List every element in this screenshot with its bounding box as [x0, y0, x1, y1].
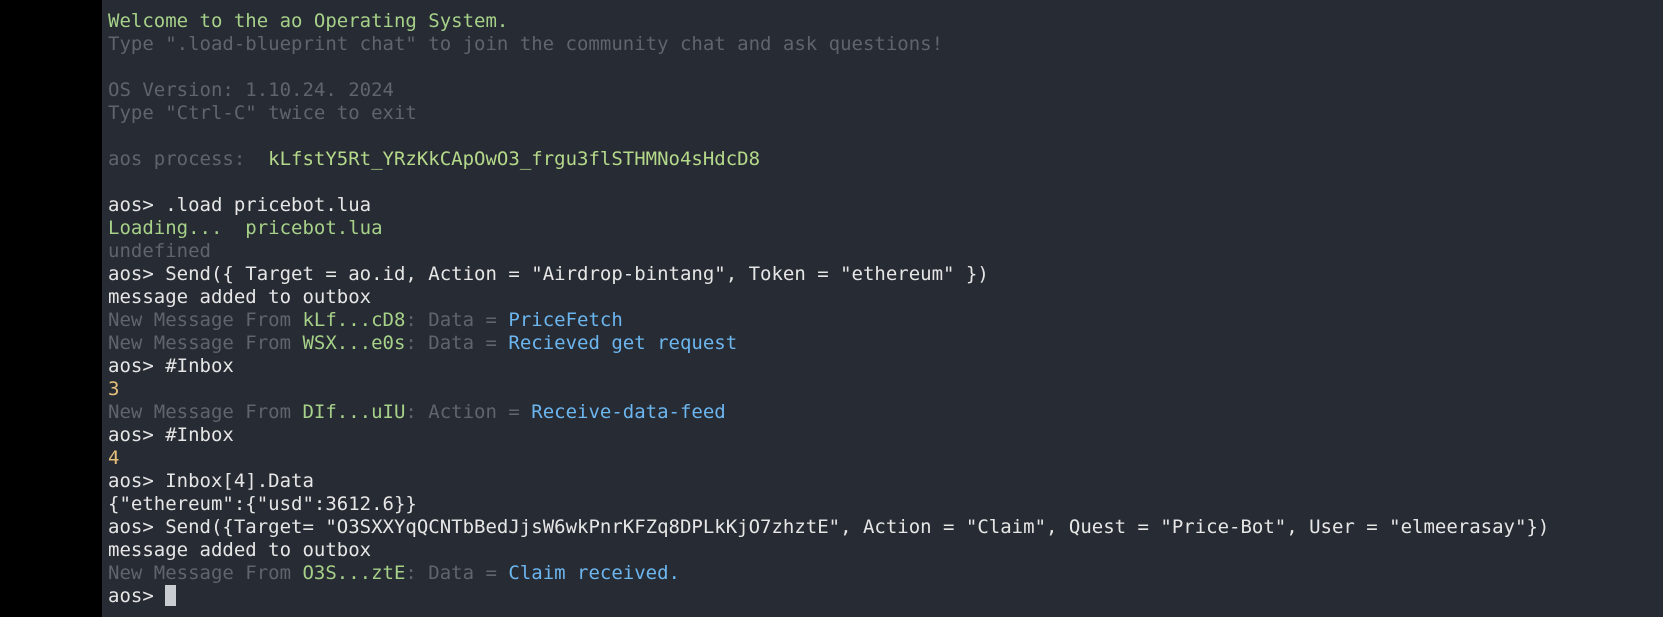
- prompt: aos>: [108, 516, 166, 538]
- command-text: Send({ Target = ao.id, Action = "Airdrop…: [165, 263, 989, 285]
- command-text: #Inbox: [165, 424, 234, 446]
- process-line: aos process: kLfstY5Rt_YRzKkCApOwO3_frgu…: [102, 148, 1663, 171]
- loading-label: Loading...: [108, 217, 246, 239]
- prompt: aos>: [108, 355, 166, 377]
- loading-file: pricebot.lua: [245, 217, 383, 239]
- message-sep: : Data =: [405, 309, 509, 331]
- terminal-window[interactable]: Welcome to the ao Operating System. Type…: [102, 0, 1663, 617]
- prompt: aos>: [108, 194, 166, 216]
- loading-line: Loading... pricebot.lua: [102, 217, 1663, 240]
- command-text: #Inbox: [165, 355, 234, 377]
- command-line: aos> #Inbox: [102, 424, 1663, 447]
- message-sep: : Action =: [405, 401, 532, 423]
- outbox-output: message added to outbox: [108, 286, 372, 308]
- command-line: aos> Send({Target= "O3SXXYqQCNTbBedJjsW6…: [102, 516, 1663, 539]
- command-text: Send({Target= "O3SXXYqQCNTbBedJjsW6wkPnr…: [165, 516, 1550, 538]
- os-version-line: OS Version: 1.10.24. 2024: [108, 79, 394, 101]
- exit-hint-line: Type "Ctrl-C" twice to exit: [108, 102, 417, 124]
- message-prefix: New Message From: [108, 562, 303, 584]
- message-value: Receive-data-feed: [531, 401, 726, 423]
- prompt: aos>: [108, 470, 166, 492]
- message-value: Recieved get request: [508, 332, 738, 354]
- message-sep: : Data =: [405, 332, 509, 354]
- message-from: DIf...uIU: [302, 401, 406, 423]
- outbox-output: message added to outbox: [108, 539, 372, 561]
- process-label: aos process:: [108, 148, 269, 170]
- message-line: New Message From kLf...cD8: Data = Price…: [102, 309, 1663, 332]
- result-output: {"ethereum":{"usd":3612.6}}: [108, 493, 417, 515]
- message-line: New Message From O3S...ztE: Data = Claim…: [102, 562, 1663, 585]
- command-text: .load pricebot.lua: [165, 194, 372, 216]
- message-line: New Message From DIf...uIU: Action = Rec…: [102, 401, 1663, 424]
- command-line: aos> Inbox[4].Data: [102, 470, 1663, 493]
- message-sep: : Data =: [405, 562, 509, 584]
- blueprint-hint-line: Type ".load-blueprint chat" to join the …: [108, 33, 944, 55]
- command-text: Inbox[4].Data: [165, 470, 314, 492]
- message-prefix: New Message From: [108, 401, 303, 423]
- prompt: aos>: [108, 585, 166, 607]
- message-prefix: New Message From: [108, 332, 303, 354]
- message-from: WSX...e0s: [302, 332, 406, 354]
- result-output: 3: [108, 378, 120, 400]
- input-line[interactable]: aos>: [102, 585, 1663, 608]
- message-prefix: New Message From: [108, 309, 303, 331]
- message-value: Claim received.: [508, 562, 680, 584]
- message-from: kLf...cD8: [302, 309, 406, 331]
- message-value: PriceFetch: [508, 309, 623, 331]
- command-line: aos> .load pricebot.lua: [102, 194, 1663, 217]
- command-line: aos> #Inbox: [102, 355, 1663, 378]
- result-output: 4: [108, 447, 120, 469]
- welcome-line: Welcome to the ao Operating System.: [108, 10, 509, 32]
- prompt: aos>: [108, 263, 166, 285]
- command-line: aos> Send({ Target = ao.id, Action = "Ai…: [102, 263, 1663, 286]
- text-cursor[interactable]: [165, 585, 177, 606]
- undefined-output: undefined: [108, 240, 211, 262]
- prompt: aos>: [108, 424, 166, 446]
- message-from: O3S...ztE: [302, 562, 406, 584]
- process-id: kLfstY5Rt_YRzKkCApOwO3_frgu3flSTHMNo4sHd…: [268, 148, 761, 170]
- message-line: New Message From WSX...e0s: Data = Recie…: [102, 332, 1663, 355]
